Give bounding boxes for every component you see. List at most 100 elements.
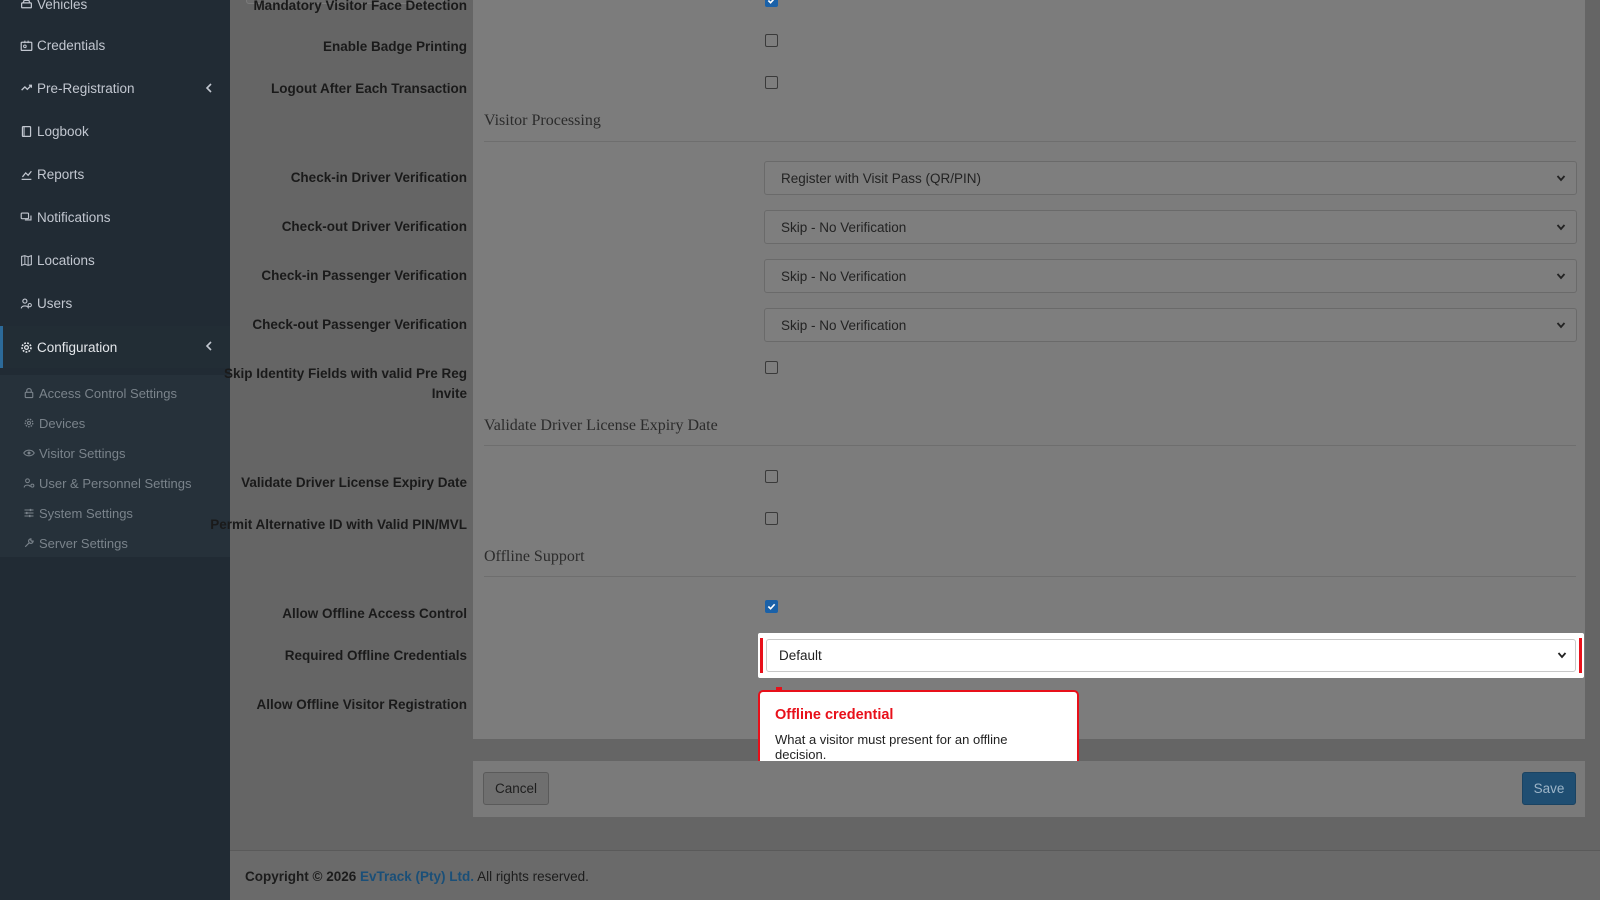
sidebar-item-label: Notifications bbox=[37, 209, 111, 225]
tooltip-pointer bbox=[776, 687, 782, 691]
sidebar-item-label: Configuration bbox=[37, 339, 118, 355]
allow-offline-access-checkbox[interactable] bbox=[765, 600, 778, 613]
wrench-icon bbox=[22, 537, 35, 550]
subnav-user-personnel-settings[interactable]: User & Personnel Settings bbox=[0, 469, 230, 497]
sidebar-item-label: Vehicles bbox=[37, 0, 88, 12]
sidebar-item-logbook[interactable]: Logbook bbox=[0, 111, 230, 151]
select-value: Skip - No Verification bbox=[781, 268, 907, 284]
sidebar-item-notifications[interactable]: Notifications bbox=[0, 197, 230, 237]
field-label: Invite bbox=[431, 386, 467, 401]
users-icon bbox=[19, 296, 33, 310]
cancel-button[interactable]: Cancel bbox=[483, 772, 549, 805]
subnav-label: User & Personnel Settings bbox=[39, 475, 192, 491]
id-card-icon bbox=[19, 38, 33, 52]
field-label: Check-in Passenger Verification bbox=[261, 268, 467, 283]
logout-after-transaction-checkbox[interactable] bbox=[765, 76, 778, 89]
section-title-license: Validate Driver License Expiry Date bbox=[484, 417, 718, 434]
tooltip-popover: Offline credential What a visitor must p… bbox=[758, 687, 1079, 769]
car-icon bbox=[19, 0, 33, 11]
subnav-devices[interactable]: Devices bbox=[0, 409, 230, 437]
copyright-label: Copyright © 2026 bbox=[245, 869, 357, 884]
divider bbox=[484, 576, 1576, 577]
select-value: Skip - No Verification bbox=[781, 317, 907, 333]
sidebar-item-credentials[interactable]: Credentials bbox=[0, 25, 230, 65]
skip-identity-fields-checkbox[interactable] bbox=[765, 361, 778, 374]
field-label: Permit Alternative ID with Valid PIN/MVL bbox=[210, 517, 467, 532]
field-label: Allow Offline Access Control bbox=[282, 606, 467, 621]
sidebar-item-pre-registration[interactable]: Pre-Registration bbox=[0, 68, 230, 108]
field-label: Check-in Driver Verification bbox=[290, 170, 467, 185]
sidebar-item-locations[interactable]: Locations bbox=[0, 240, 230, 280]
field-label: Check-out Passenger Verification bbox=[252, 317, 467, 332]
subnav-label: Devices bbox=[39, 415, 86, 431]
rights-text: All rights reserved. bbox=[477, 869, 589, 884]
sidebar-item-label: Logbook bbox=[37, 123, 89, 139]
enable-badge-printing-checkbox[interactable] bbox=[765, 34, 778, 47]
sidebar-item-vehicles[interactable]: Vehicles bbox=[0, 0, 230, 24]
permit-alternative-id-checkbox[interactable] bbox=[765, 512, 778, 525]
sidebar: Vehicles Credentials Pre-Registration Lo… bbox=[0, 0, 230, 900]
subnav-label: Visitor Settings bbox=[39, 445, 126, 461]
devices-icon bbox=[22, 417, 35, 430]
sidebar-item-label: Reports bbox=[37, 166, 85, 182]
select-value: Register with Visit Pass (QR/PIN) bbox=[781, 170, 982, 186]
field-label: Check-out Driver Verification bbox=[281, 219, 467, 234]
required-offline-credentials-select[interactable]: Default bbox=[766, 639, 1576, 672]
chevron-left-icon bbox=[205, 83, 212, 93]
form-actions-bar bbox=[473, 761, 1585, 817]
tooltip-body: What a visitor must present for an offli… bbox=[775, 732, 1008, 762]
sidebar-item-label: Credentials bbox=[37, 37, 106, 53]
sliders-icon bbox=[22, 507, 35, 520]
chevron-down-icon bbox=[1556, 175, 1566, 182]
highlight-bar-left bbox=[760, 638, 763, 673]
sidebar-item-label: Pre-Registration bbox=[37, 80, 135, 96]
subnav-visitor-settings[interactable]: Visitor Settings bbox=[0, 439, 230, 467]
checkout-passenger-verification-select[interactable]: Skip - No Verification bbox=[764, 308, 1577, 342]
chevron-left-icon bbox=[205, 341, 212, 351]
gear-icon bbox=[19, 340, 33, 354]
map-icon bbox=[19, 253, 33, 267]
company-link[interactable]: EvTrack (Pty) Ltd. bbox=[360, 869, 474, 884]
mandatory-face-detection-checkbox[interactable] bbox=[765, 0, 778, 7]
chevron-down-icon bbox=[1556, 224, 1566, 231]
subnav-system-settings[interactable]: System Settings bbox=[0, 499, 230, 527]
settings-card bbox=[473, 0, 1585, 739]
tooltip-title: Offline credential bbox=[775, 707, 894, 723]
checkin-passenger-verification-select[interactable]: Skip - No Verification bbox=[764, 259, 1577, 293]
field-label: Allow Offline Visitor Registration bbox=[256, 697, 467, 712]
subnav-label: Access Control Settings bbox=[39, 385, 178, 401]
exchange-icon bbox=[19, 81, 33, 95]
save-button[interactable]: Save bbox=[1522, 772, 1576, 805]
field-label: Skip Identity Fields with valid Pre Reg bbox=[223, 366, 467, 381]
field-label: Mandatory Visitor Face Detection bbox=[253, 0, 467, 13]
checkin-driver-verification-select[interactable]: Register with Visit Pass (QR/PIN) bbox=[764, 161, 1577, 195]
chart-icon bbox=[19, 167, 33, 181]
subnav-server-settings[interactable]: Server Settings bbox=[0, 529, 230, 557]
configuration-submenu: Access Control Settings Devices Visitor … bbox=[0, 375, 230, 557]
page-footer: Copyright © 2026 EvTrack (Pty) Ltd. All … bbox=[230, 850, 1600, 900]
field-label: Required Offline Credentials bbox=[284, 648, 467, 663]
user-cog-icon bbox=[22, 477, 35, 490]
lock-icon bbox=[22, 387, 35, 400]
subnav-access-control-settings[interactable]: Access Control Settings bbox=[0, 379, 230, 407]
checkout-driver-verification-select[interactable]: Skip - No Verification bbox=[764, 210, 1577, 244]
subnav-label: System Settings bbox=[39, 505, 133, 521]
chevron-down-icon bbox=[1557, 652, 1567, 659]
comments-icon bbox=[19, 210, 33, 224]
field-label: Logout After Each Transaction bbox=[270, 81, 467, 96]
sidebar-item-users[interactable]: Users bbox=[0, 283, 230, 323]
chevron-down-icon bbox=[1556, 273, 1566, 280]
divider bbox=[484, 445, 1576, 446]
subnav-label: Server Settings bbox=[39, 535, 128, 551]
book-icon bbox=[19, 124, 33, 138]
sidebar-item-reports[interactable]: Reports bbox=[0, 154, 230, 194]
section-title-offline-support: Offline Support bbox=[484, 548, 585, 565]
section-title-visitor-processing: Visitor Processing bbox=[484, 112, 601, 129]
select-value: Skip - No Verification bbox=[781, 219, 907, 235]
validate-license-expiry-checkbox[interactable] bbox=[765, 470, 778, 483]
field-label: Enable Badge Printing bbox=[322, 39, 467, 54]
sidebar-item-label: Locations bbox=[37, 252, 95, 268]
highlight-frame: Default bbox=[758, 633, 1584, 678]
sidebar-item-label: Users bbox=[37, 295, 73, 311]
sidebar-item-configuration[interactable]: Configuration bbox=[0, 326, 230, 368]
